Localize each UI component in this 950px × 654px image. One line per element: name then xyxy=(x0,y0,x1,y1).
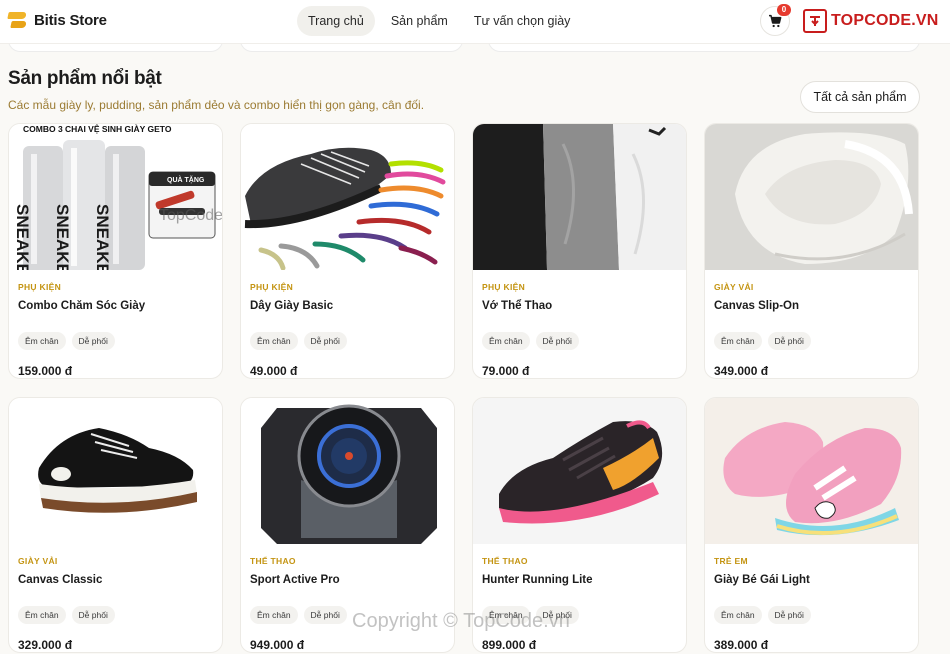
product-tag: Dễ phối xyxy=(303,332,347,350)
image-badge: QUÀ TẶNG xyxy=(167,175,205,184)
product-category: GIÀY VẢI xyxy=(18,556,58,566)
main-nav: Trang chủ Sản phẩm Tư vấn chọn giày xyxy=(297,6,580,36)
product-card[interactable]: GIÀY VẢI Canvas Slip-On Êm chân Dễ phối … xyxy=(704,123,919,379)
brand-text: TOPCODE.VN xyxy=(831,12,939,29)
product-category: TRẺ EM xyxy=(714,556,748,566)
product-name: Vớ Thể Thao xyxy=(482,300,553,312)
store-logo[interactable]: Bitis Store xyxy=(7,10,107,30)
product-tag: Êm chân xyxy=(714,606,762,624)
section-subtitle: Các mẫu giày ly, pudding, sản phẩm dẻo v… xyxy=(8,98,425,112)
product-image xyxy=(473,398,686,544)
product-price: 329.000 đ xyxy=(18,638,73,652)
product-tag: Dễ phối xyxy=(767,606,811,624)
nav-products[interactable]: Sản phẩm xyxy=(381,6,458,36)
shoe-logo-icon xyxy=(7,10,28,30)
product-image xyxy=(705,398,918,544)
product-tag: Êm chân xyxy=(18,606,66,624)
product-image xyxy=(241,124,454,270)
product-card[interactable]: TRẺ EM Giày Bé Gái Light Êm chân Dễ phối… xyxy=(704,397,919,653)
section-title: Sản phẩm nổi bật xyxy=(8,68,162,89)
product-image xyxy=(473,124,686,270)
product-price: 899.000 đ xyxy=(482,638,537,652)
product-image xyxy=(705,124,918,270)
product-card[interactable]: PHỤ KIỆN Vớ Thể Thao Êm chân Dễ phối 79.… xyxy=(472,123,687,379)
product-name: Canvas Slip-On xyxy=(714,300,799,312)
product-tag: Êm chân xyxy=(250,606,298,624)
product-card[interactable]: PHỤ KIỆN Dây Giày Basic Êm chân Dễ phối … xyxy=(240,123,455,379)
product-price: 949.000 đ xyxy=(250,638,305,652)
product-name: Giày Bé Gái Light xyxy=(714,574,810,586)
product-card[interactable]: COMBO 3 CHAI VỆ SINH GIÀY GETO SNEAKER S… xyxy=(8,123,223,379)
svg-text:SNEAKER: SNEAKER xyxy=(53,204,72,270)
product-price: 159.000 đ xyxy=(18,364,73,378)
top-header: Bitis Store Trang chủ Sản phẩm Tư vấn ch… xyxy=(0,0,950,44)
product-card[interactable]: THỂ THAO Hunter Running Lite Êm chân Dễ … xyxy=(472,397,687,653)
logo-text: Bitis Store xyxy=(34,11,107,29)
product-tag: Dễ phối xyxy=(71,606,115,624)
product-tag: Dễ phối xyxy=(535,332,579,350)
product-name: Dây Giày Basic xyxy=(250,300,334,312)
svg-text:SNEAKER: SNEAKER xyxy=(93,204,112,270)
nav-advice[interactable]: Tư vấn chọn giày xyxy=(464,6,581,36)
product-price: 79.000 đ xyxy=(482,364,530,378)
image-watermark: TopCode.vn xyxy=(159,207,222,224)
brand-tag: TOPCODE.VN xyxy=(803,9,939,33)
product-grid: COMBO 3 CHAI VỆ SINH GIÀY GETO SNEAKER S… xyxy=(8,123,921,653)
product-category: THỂ THAO xyxy=(250,556,296,566)
product-tag: Êm chân xyxy=(482,332,530,350)
nav-home[interactable]: Trang chủ xyxy=(297,6,375,36)
cart-button[interactable]: 0 xyxy=(760,4,791,36)
brand-logo-icon xyxy=(803,9,827,33)
product-tag: Êm chân xyxy=(714,332,762,350)
product-tag: Dễ phối xyxy=(767,332,811,350)
product-price: 49.000 đ xyxy=(250,364,298,378)
product-card[interactable]: GIÀY VẢI Canvas Classic Êm chân Dễ phối … xyxy=(8,397,223,653)
product-card[interactable]: THỂ THAO Sport Active Pro Êm chân Dễ phố… xyxy=(240,397,455,653)
product-tag: Êm chân xyxy=(482,606,530,624)
all-products-button[interactable]: Tất cả sản phẩm xyxy=(800,81,920,113)
product-category: PHỤ KIỆN xyxy=(250,282,294,292)
product-name: Combo Chăm Sóc Giày xyxy=(18,300,146,312)
product-name: Sport Active Pro xyxy=(250,574,340,586)
product-category: PHỤ KIỆN xyxy=(482,282,526,292)
cart-count-badge: 0 xyxy=(777,4,791,16)
product-tag: Dễ phối xyxy=(71,332,115,350)
product-name: Canvas Classic xyxy=(18,574,103,586)
svg-text:SNEAKER: SNEAKER xyxy=(13,204,32,270)
product-image xyxy=(241,398,454,544)
product-name: Hunter Running Lite xyxy=(482,574,593,586)
image-caption: COMBO 3 CHAI VỆ SINH GIÀY GETO xyxy=(23,124,172,134)
product-tag: Dễ phối xyxy=(535,606,579,624)
product-tag: Êm chân xyxy=(250,332,298,350)
product-category: PHỤ KIỆN xyxy=(18,282,62,292)
product-category: THỂ THAO xyxy=(482,556,528,566)
product-price: 349.000 đ xyxy=(714,364,769,378)
product-tag: Dễ phối xyxy=(303,606,347,624)
product-image xyxy=(9,398,222,544)
product-tag: Êm chân xyxy=(18,332,66,350)
product-category: GIÀY VẢI xyxy=(714,282,754,292)
product-image: COMBO 3 CHAI VỆ SINH GIÀY GETO SNEAKER S… xyxy=(9,124,222,270)
product-price: 389.000 đ xyxy=(714,638,769,652)
